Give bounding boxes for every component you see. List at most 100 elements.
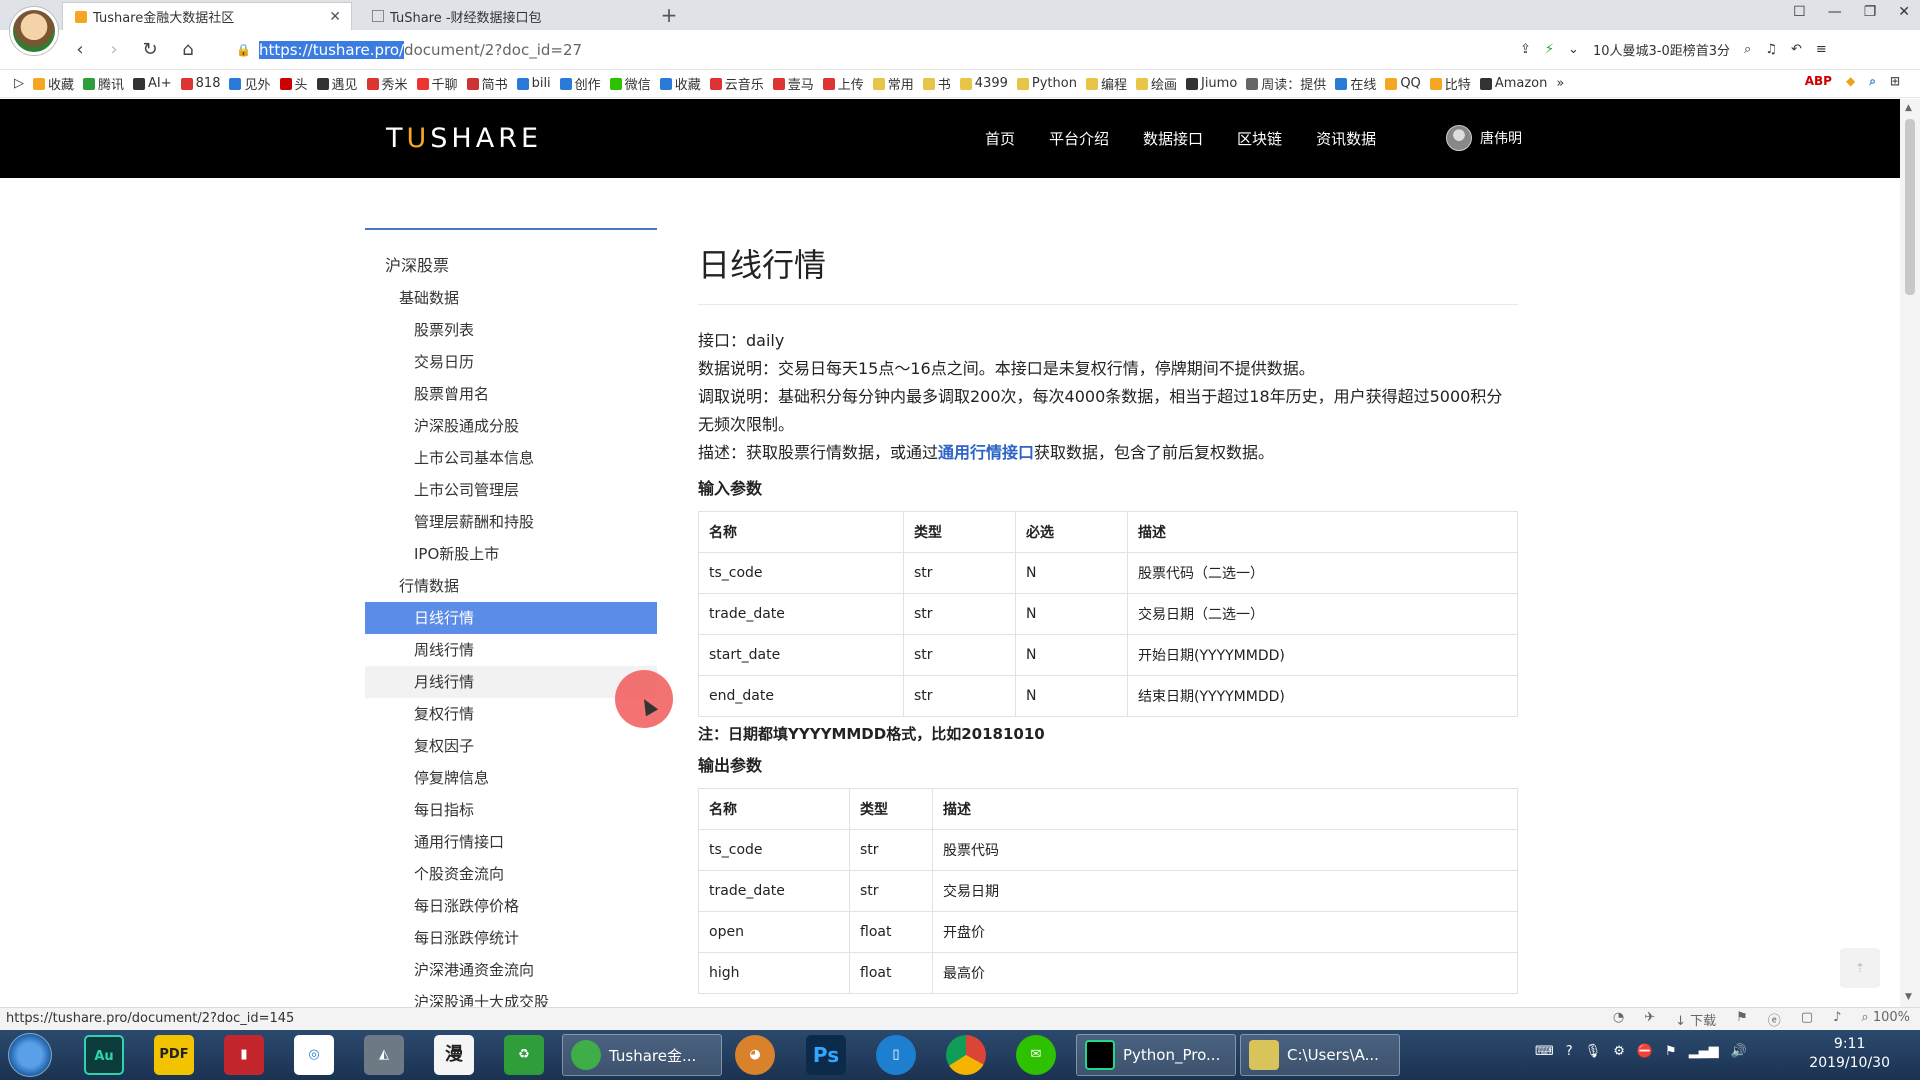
bookmark-item[interactable]: 头	[279, 74, 308, 93]
scrollbar-thumb[interactable]	[1905, 119, 1915, 295]
search-icon[interactable]: ⌕	[1744, 42, 1751, 57]
scroll-down-icon[interactable]: ▼	[1905, 992, 1912, 1002]
page-scrollbar[interactable]: ▲ ▼	[1900, 99, 1920, 1007]
sidebar-item[interactable]: 月线行情	[365, 666, 657, 698]
help-icon[interactable]: ?	[1566, 1044, 1573, 1059]
window-icon[interactable]: ▢	[1801, 1010, 1813, 1029]
bookmark-item[interactable]: 微信	[609, 74, 651, 93]
taskbar-window-pycharm[interactable]: Python_Pro...	[1076, 1034, 1236, 1076]
comic-app-icon[interactable]: 漫	[434, 1035, 474, 1075]
user-menu[interactable]: 唐伟明	[1446, 125, 1522, 151]
bookmark-item[interactable]: 云音乐	[709, 74, 764, 93]
audition-icon[interactable]: Au	[84, 1035, 124, 1075]
bookmark-item[interactable]: Python	[1016, 76, 1077, 91]
sidebar-item[interactable]: 管理层薪酬和持股	[365, 506, 657, 538]
bookmark-item[interactable]: 千聊	[416, 74, 458, 93]
bookmark-item[interactable]: 收藏	[33, 74, 74, 93]
taskbar-window-browser[interactable]: Tushare金...	[562, 1034, 722, 1076]
book-app-icon[interactable]: ▮	[224, 1035, 264, 1075]
sidebar-item[interactable]: 复权行情	[365, 698, 657, 730]
site-nav-item[interactable]: 首页	[985, 128, 1015, 149]
site-nav-item[interactable]: 区块链	[1237, 128, 1282, 149]
download-button[interactable]: ↓ 下载	[1675, 1010, 1716, 1029]
sidebar-item[interactable]: 沪深港通资金流向	[365, 954, 657, 986]
headphones-icon[interactable]: ♫	[1765, 42, 1777, 57]
site-nav-item[interactable]: 平台介绍	[1049, 128, 1109, 149]
bookmark-item[interactable]: 上传	[822, 74, 864, 93]
scroll-up-icon[interactable]: ▲	[1905, 103, 1912, 113]
bookmark-item[interactable]: bili	[516, 76, 551, 91]
general-quote-api-link[interactable]: 通用行情接口	[938, 443, 1034, 462]
baidu-netdisk-icon[interactable]: ◎	[294, 1035, 334, 1075]
settings-icon[interactable]: ⚙	[1613, 1044, 1625, 1059]
bird-extension-icon[interactable]: ◆	[1846, 74, 1855, 89]
sidebar-item[interactable]: 股票列表	[365, 314, 657, 346]
apps-grid-icon[interactable]: ⊞	[1890, 74, 1900, 89]
bookmark-item[interactable]: AI+	[133, 76, 172, 91]
antivirus-icon[interactable]: ⛔	[1637, 1044, 1653, 1059]
home-icon[interactable]: ⌂	[176, 38, 200, 62]
bookmark-item[interactable]: 比特	[1429, 74, 1471, 93]
zoom-button[interactable]: ⌕ 100%	[1861, 1010, 1910, 1029]
bookmark-item[interactable]: 常用	[872, 74, 914, 93]
browser-profile-avatar[interactable]	[10, 7, 58, 55]
undo-icon[interactable]: ↶	[1791, 42, 1802, 57]
bookmark-item[interactable]: 创作	[559, 74, 601, 93]
speed-icon[interactable]: ◔	[1613, 1010, 1624, 1029]
sidebar-item[interactable]: 沪深股票	[365, 250, 657, 282]
adblock-icon[interactable]: ABP	[1805, 74, 1832, 89]
sidebar-item[interactable]: 通用行情接口	[365, 826, 657, 858]
chrome-icon[interactable]	[946, 1035, 986, 1075]
news-ticker[interactable]: 10人曼城3-0距榜首3分	[1593, 40, 1730, 59]
sidebar-item[interactable]: 每日涨跌停价格	[365, 890, 657, 922]
sidebar-item[interactable]: 复权因子	[365, 730, 657, 762]
back-arrow-icon[interactable]: ‹	[68, 38, 92, 62]
photoshop-icon[interactable]: Ps	[806, 1035, 846, 1075]
flag-icon[interactable]: ⚑	[1736, 1010, 1748, 1029]
recycle-app-icon[interactable]: ♻	[504, 1035, 544, 1075]
keyboard-icon[interactable]: ⌨	[1535, 1044, 1554, 1059]
bookmark-item[interactable]: 绘画	[1135, 74, 1177, 93]
pdf-icon[interactable]: PDF	[154, 1035, 194, 1075]
sidebar-item[interactable]: 停复牌信息	[365, 762, 657, 794]
sidebar-item[interactable]: 沪深股通成分股	[365, 410, 657, 442]
sound-icon[interactable]: ♪	[1833, 1010, 1841, 1029]
sidebar-item[interactable]: 沪深股通十大成交股	[365, 986, 657, 1008]
bookmark-item[interactable]: 秀米	[366, 74, 408, 93]
sidebar-item[interactable]: IPO新股上市	[365, 538, 657, 570]
bookmark-item[interactable]: 在线	[1335, 74, 1376, 93]
bookmark-item[interactable]: 简书	[466, 74, 508, 93]
bookmarks-more-icon[interactable]: »	[1556, 76, 1564, 91]
back-to-top-button[interactable]: ⇡	[1840, 948, 1880, 988]
bookmark-item[interactable]: 壹马	[772, 74, 814, 93]
reload-icon[interactable]: ↻	[138, 38, 162, 62]
minimize-icon[interactable]: —	[1828, 4, 1842, 20]
sidebar-toggle-icon[interactable]: ▷	[14, 76, 24, 91]
site-nav-item[interactable]: 数据接口	[1143, 128, 1203, 149]
firefox-icon[interactable]: ◕	[735, 1035, 775, 1075]
ie-icon[interactable]: ⓔ	[1768, 1010, 1781, 1029]
menu-icon[interactable]: ≡	[1816, 42, 1827, 57]
reader-icon[interactable]: ▯	[876, 1035, 916, 1075]
sidebar-item[interactable]: 股票曾用名	[365, 378, 657, 410]
sidebar-item[interactable]: 基础数据	[365, 282, 657, 314]
bookmark-item[interactable]: 收藏	[659, 74, 701, 93]
skin-icon[interactable]: ☐	[1793, 4, 1806, 20]
new-tab-plus-icon[interactable]: +	[656, 3, 682, 27]
taskbar-window-explorer[interactable]: C:\Users\A...	[1240, 1034, 1400, 1076]
share-icon[interactable]: ⇪	[1520, 42, 1531, 57]
maximize-icon[interactable]: ❐	[1864, 4, 1877, 20]
site-logo[interactable]: TUSHARE	[386, 123, 542, 154]
wechat-icon[interactable]: ✉	[1016, 1035, 1056, 1075]
search-extension-icon[interactable]: ⌕	[1869, 74, 1876, 89]
volume-icon[interactable]: 🔊	[1731, 1044, 1747, 1059]
bookmark-item[interactable]: 周读：提供	[1246, 74, 1326, 93]
sidebar-item[interactable]: 上市公司基本信息	[365, 442, 657, 474]
sidebar-item[interactable]: 周线行情	[365, 634, 657, 666]
sidebar-item[interactable]: 每日指标	[365, 794, 657, 826]
flash-icon[interactable]: ⚡	[1545, 42, 1554, 57]
microphone-icon[interactable]: 🎙	[1585, 1044, 1602, 1059]
flag-tray-icon[interactable]: ⚑	[1665, 1044, 1677, 1059]
bookmark-item[interactable]: Jiumo	[1185, 76, 1237, 91]
bookmark-item[interactable]: 腾讯	[83, 74, 124, 93]
